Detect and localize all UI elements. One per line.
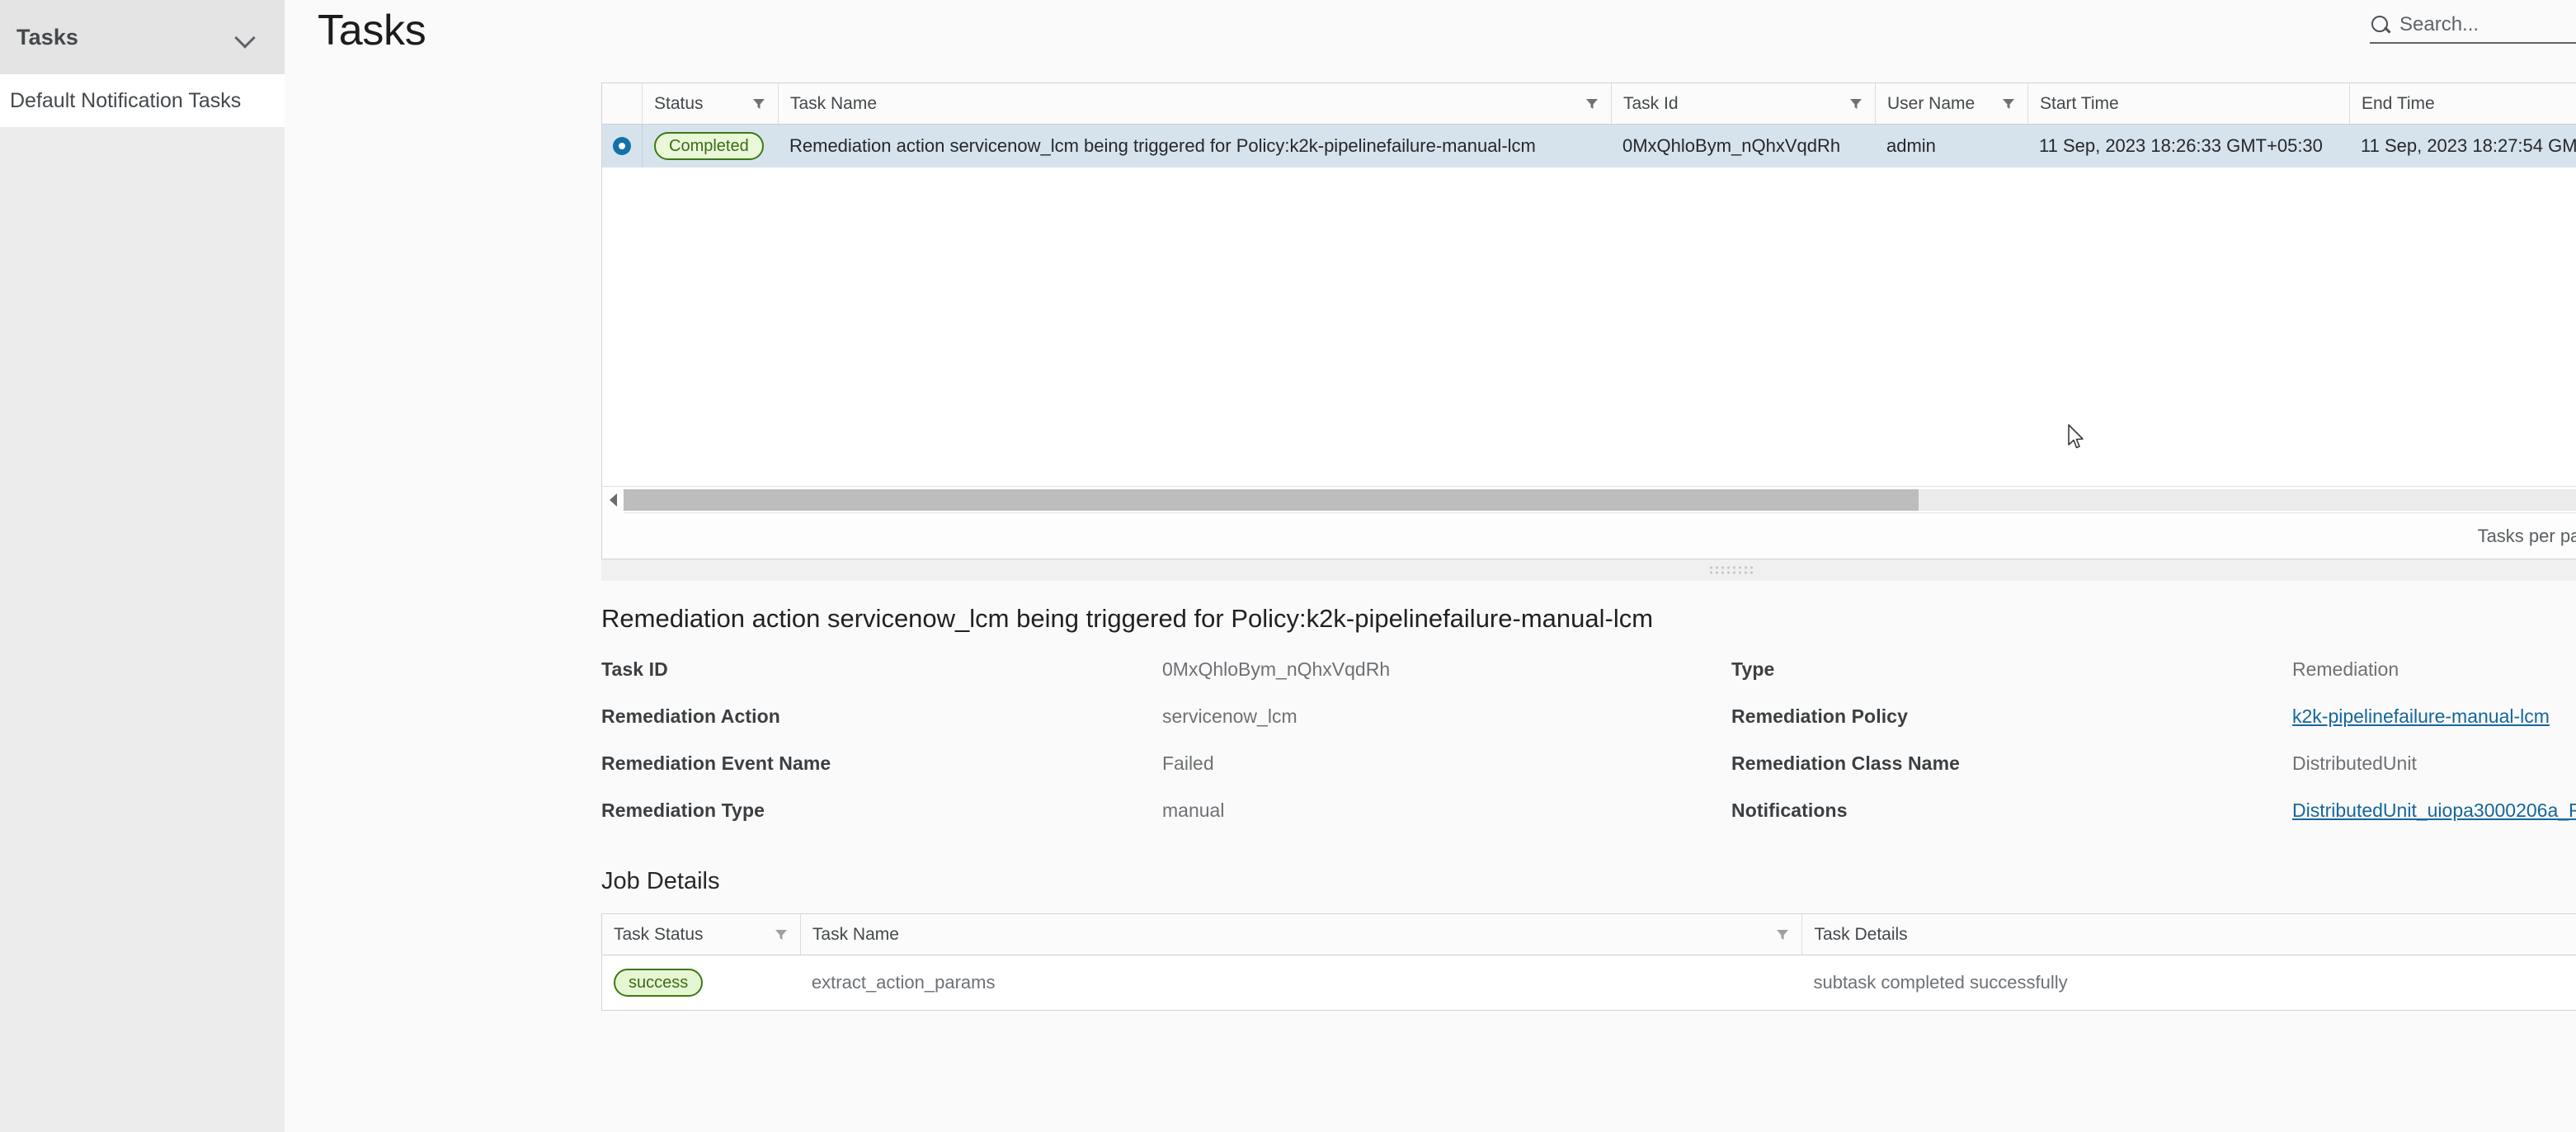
tasks-header-start-time-label: Start Time <box>2040 93 2119 113</box>
detail-label-remediation-policy: Remediation Policy <box>1731 705 1908 727</box>
tasks-header-task-id-label: Task Id <box>1623 93 1679 113</box>
table-row[interactable]: Completed Remediation action servicenow_… <box>602 125 2576 167</box>
sidebar-item-label: Default Notification Tasks <box>10 88 242 112</box>
detail-value-remediation-type: manual <box>1162 799 1225 821</box>
filter-icon[interactable] <box>2001 97 2016 111</box>
detail-value-task-id: 0MxQhloBym_nQhxVqdRh <box>1162 658 1391 680</box>
task-detail-fields: Task ID 0MxQhloBym_nQhxVqdRh Type Remedi… <box>601 658 2576 822</box>
chevron-down-icon[interactable] <box>235 26 257 48</box>
tasks-header-task-name-label: Task Name <box>790 93 878 113</box>
detail-value-type: Remediation <box>2292 658 2399 680</box>
cell-status: Completed <box>642 125 778 167</box>
status-badge: success <box>614 969 704 997</box>
tasks-header-start-time[interactable]: Start Time <box>2027 83 2349 124</box>
splitter-grip-icon[interactable] <box>1707 565 1754 575</box>
filter-icon[interactable] <box>1848 97 1863 111</box>
page-header: Tasks <box>285 0 2576 83</box>
table-row[interactable]: success extract_action_params subtask co… <box>602 955 2576 1010</box>
detail-label-task-id: Task ID <box>601 658 668 680</box>
radio-selected-icon[interactable] <box>613 137 631 155</box>
job-header-task-status-label: Task Status <box>614 924 704 944</box>
sidebar-item-default-notification-tasks[interactable]: Default Notification Tasks <box>0 74 285 127</box>
sidebar-header-title: Tasks <box>16 24 79 50</box>
panel-splitter[interactable] <box>601 559 2576 581</box>
tasks-header-end-time-label: End Time <box>2362 93 2435 113</box>
job-header-task-details[interactable]: Task Details <box>1801 914 2576 955</box>
filter-icon[interactable] <box>1585 97 1599 111</box>
detail-label-remediation-action: Remediation Action <box>601 705 780 727</box>
cell-start-time: 11 Sep, 2023 18:26:33 GMT+05:30 <box>2039 135 2323 156</box>
tasks-table-header-row: Status Task Name Task Id User Name Start… <box>602 83 2576 125</box>
tasks-horizontal-scrollbar[interactable] <box>602 486 2576 513</box>
job-details-header-row: Task Status Task Name Task Details <box>602 914 2576 955</box>
tasks-per-page-label: Tasks per page <box>2477 525 2576 546</box>
app-root: Tasks Default Notification Tasks Tasks S… <box>0 0 2576 1132</box>
detail-label-remediation-class-name: Remediation Class Name <box>1731 752 1961 774</box>
tasks-header-status-label: Status <box>654 93 704 113</box>
page-title: Tasks <box>318 7 426 54</box>
search-input[interactable] <box>2399 13 2556 36</box>
cell-end-time: 11 Sep, 2023 18:27:54 GMT+05:30 <box>2361 135 2576 156</box>
filter-icon[interactable] <box>774 927 789 942</box>
task-detail-title: Remediation action servicenow_lcm being … <box>601 604 1654 633</box>
cell-task-name: Remediation action servicenow_lcm being … <box>789 135 1536 156</box>
detail-link-remediation-policy[interactable]: k2k-pipelinefailure-manual-lcm <box>2292 705 2576 728</box>
job-details-table: Task Status Task Name Task Details succe… <box>601 913 2576 1011</box>
detail-value-remediation-event-name: Failed <box>1162 752 1214 774</box>
tasks-table-body: Completed Remediation action servicenow_… <box>602 125 2576 486</box>
cell-user-name: admin <box>1886 135 1936 156</box>
detail-value-remediation-class-name: DistributedUnit <box>2292 752 2417 774</box>
filter-icon[interactable] <box>1775 927 1790 942</box>
job-header-task-details-label: Task Details <box>1814 924 1908 944</box>
sidebar-header[interactable]: Tasks <box>0 0 285 74</box>
detail-value-remediation-action: servicenow_lcm <box>1162 705 1297 727</box>
scrollbar-thumb[interactable] <box>624 488 1919 511</box>
tasks-header-user-name[interactable]: User Name <box>1875 83 2027 124</box>
row-select-radio[interactable] <box>602 125 642 167</box>
detail-label-notifications: Notifications <box>1731 799 1848 821</box>
tasks-header-select <box>602 83 642 124</box>
tasks-table-footer: Tasks per page 50 1 - 1 of 54 tasks <box>602 512 2576 559</box>
tasks-header-status[interactable]: Status <box>642 83 778 124</box>
tasks-header-task-id[interactable]: Task Id <box>1611 83 1875 124</box>
job-details-title: Job Details <box>601 868 720 894</box>
tasks-header-user-name-label: User Name <box>1887 93 1976 113</box>
caret-left-icon[interactable] <box>602 486 624 513</box>
job-header-task-name-label: Task Name <box>812 924 899 944</box>
filter-icon[interactable] <box>751 97 766 111</box>
scrollbar-track[interactable] <box>624 488 2576 511</box>
job-header-task-name[interactable]: Task Name <box>799 914 1802 955</box>
cell-job-task-details: subtask completed successfully <box>1813 972 2068 993</box>
cell-job-task-status: success <box>602 969 800 997</box>
detail-link-notifications[interactable]: DistributedUnit_uiopa3000206a_Failed <box>2292 799 2576 822</box>
detail-label-remediation-event-name: Remediation Event Name <box>601 752 831 774</box>
status-badge: Completed <box>654 132 764 160</box>
tasks-header-end-time[interactable]: End Time <box>2349 83 2576 124</box>
detail-label-type: Type <box>1731 658 1775 680</box>
tasks-header-task-name[interactable]: Task Name <box>778 83 1611 124</box>
sidebar: Tasks Default Notification Tasks <box>0 0 285 1132</box>
search-icon <box>2370 14 2391 35</box>
main-content: Tasks Status Task Name <box>285 0 2576 1132</box>
cell-task-id: 0MxQhloBym_nQhxVqdRh <box>1622 135 1841 156</box>
search-box[interactable] <box>2370 13 2576 44</box>
detail-label-remediation-type: Remediation Type <box>601 799 765 821</box>
cell-job-task-name: extract_action_params <box>811 972 996 993</box>
task-detail-panel: Remediation action servicenow_lcm being … <box>285 581 2576 822</box>
job-header-task-status[interactable]: Task Status <box>602 914 800 955</box>
tasks-table: Status Task Name Task Id User Name Start… <box>601 83 2576 559</box>
